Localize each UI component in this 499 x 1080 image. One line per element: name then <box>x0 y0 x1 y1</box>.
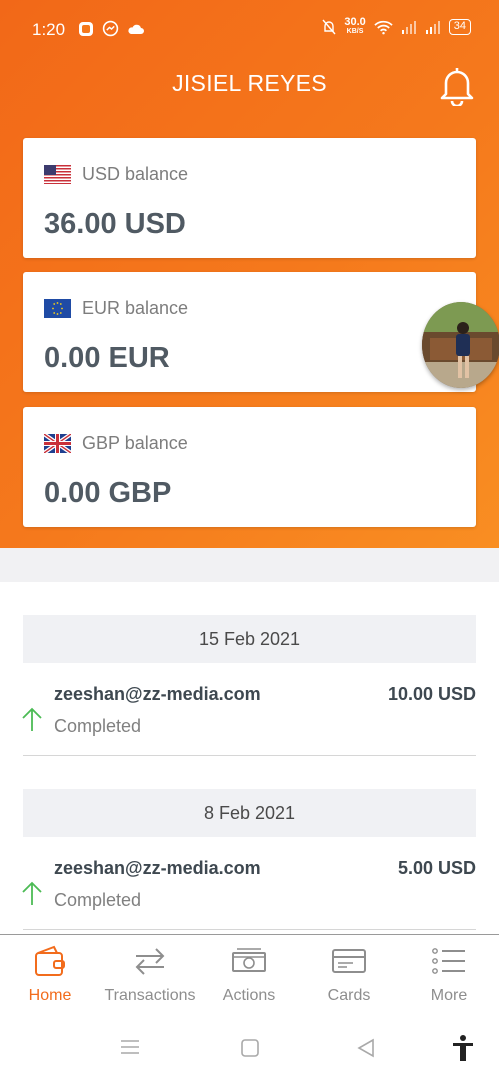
arrow-up-icon <box>22 707 42 731</box>
signal-icon <box>425 21 440 34</box>
nav-more-label: More <box>430 987 468 1004</box>
wallet-icon <box>35 945 65 976</box>
uk-flag-icon <box>44 434 71 453</box>
transaction-row[interactable]: zeeshan@zz-media.com Completed 10.00 USD <box>22 684 476 764</box>
us-flag-icon <box>44 165 71 184</box>
accessibility-icon[interactable] <box>451 1034 475 1067</box>
avatar[interactable] <box>422 302 499 388</box>
gbp-balance-amount: 0.00 GBP <box>44 477 172 509</box>
status-right-icons: 30.0 KB/S 34 <box>322 16 471 36</box>
menu-icon[interactable] <box>119 1038 141 1061</box>
mute-icon <box>322 19 336 35</box>
divider <box>23 929 476 930</box>
transaction-email: zeeshan@zz-media.com <box>54 684 261 704</box>
usd-balance-amount: 36.00 USD <box>44 208 186 240</box>
transaction-date-header: 8 Feb 2021 <box>23 789 476 837</box>
transaction-date-header: 15 Feb 2021 <box>23 615 476 663</box>
home-square-icon[interactable] <box>240 1038 260 1063</box>
transaction-email: zeeshan@zz-media.com <box>54 858 261 878</box>
gbp-balance-card[interactable]: GBP balance 0.00 GBP <box>23 407 476 527</box>
usd-balance-card[interactable]: USD balance 36.00 USD <box>23 138 476 258</box>
cloud-icon <box>128 24 144 34</box>
nav-more[interactable]: More <box>399 935 499 1021</box>
divider <box>23 755 476 756</box>
nav-actions-label: Actions <box>222 987 276 1004</box>
gbp-balance-label: GBP balance <box>82 433 188 453</box>
back-triangle-icon[interactable] <box>356 1038 376 1063</box>
eur-balance-card[interactable]: EUR balance 0.00 EUR <box>23 272 476 392</box>
nav-transactions[interactable]: Transactions <box>100 935 200 1021</box>
arrow-up-icon <box>22 881 42 905</box>
battery-icon: 34 <box>448 19 471 35</box>
eur-balance-amount: 0.00 EUR <box>44 342 170 374</box>
section-divider-band <box>0 548 499 582</box>
nav-home-label: Home <box>28 987 72 1004</box>
nav-actions[interactable]: Actions <box>199 935 299 1021</box>
profile-photo-icon <box>422 302 499 388</box>
nav-transactions-label: Transactions <box>104 987 196 1004</box>
network-speed: 30.0 KB/S <box>344 16 366 36</box>
status-bar: 1:20 30.0 KB/S 34 <box>0 0 499 60</box>
status-time: 1:20 <box>32 20 66 39</box>
transaction-amount: 5.00 USD <box>397 858 476 878</box>
wifi-icon <box>374 20 393 34</box>
network-speed-value: 30.0 <box>344 16 366 28</box>
transaction-status: Completed <box>54 716 142 736</box>
eur-balance-label: EUR balance <box>82 298 189 318</box>
network-speed-unit: KB/S <box>346 28 364 35</box>
transfer-arrows-icon <box>135 948 165 975</box>
cash-icon <box>232 948 266 972</box>
nav-home[interactable]: Home <box>0 935 100 1021</box>
transaction-amount: 10.00 USD <box>387 684 476 704</box>
list-icon <box>432 948 465 974</box>
system-navigation-bar <box>0 1020 499 1080</box>
app-notification-icon <box>79 21 93 36</box>
transaction-status: Completed <box>54 890 142 910</box>
transaction-row[interactable]: zeeshan@zz-media.com Completed 5.00 USD <box>22 858 476 938</box>
status-left-icons <box>78 20 145 37</box>
nav-cards[interactable]: Cards <box>299 935 399 1021</box>
bottom-navigation: Home Transactions Actions Cards More <box>0 934 499 1020</box>
usd-balance-label: USD balance <box>82 164 189 184</box>
messenger-icon <box>102 20 119 37</box>
nav-cards-label: Cards <box>327 987 371 1004</box>
signal-icon <box>401 21 416 34</box>
account-holder-name: JISIEL REYES <box>172 70 327 96</box>
card-icon <box>332 949 366 973</box>
bell-icon[interactable] <box>437 64 477 106</box>
eu-flag-icon <box>44 299 71 318</box>
